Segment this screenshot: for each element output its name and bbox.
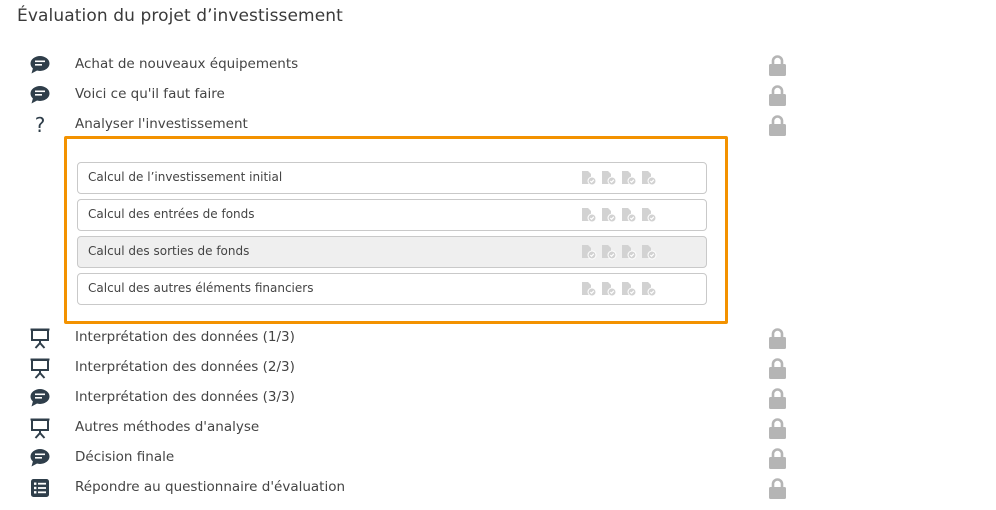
document-status-icon bbox=[622, 245, 637, 260]
lock-icon bbox=[769, 115, 786, 136]
module-label: Autres méthodes d'analyse bbox=[75, 419, 260, 435]
lock-icon bbox=[769, 85, 786, 106]
document-status-icon bbox=[602, 245, 617, 260]
question-mark-icon: ? bbox=[35, 114, 46, 136]
chat-bubble-icon bbox=[30, 86, 50, 104]
page-title: Évaluation du projet d’investissement bbox=[17, 6, 343, 26]
module-label: Voici ce qu'il faut faire bbox=[75, 86, 225, 102]
chat-bubble-icon bbox=[30, 449, 50, 467]
module-item[interactable]: Achat de nouveaux équipements bbox=[0, 50, 800, 80]
lock-icon bbox=[769, 388, 786, 409]
module-item[interactable]: Interprétation des données (3/3) bbox=[0, 383, 800, 413]
document-status-icon bbox=[582, 245, 597, 260]
chat-bubble-icon bbox=[30, 389, 50, 407]
module-label: Achat de nouveaux équipements bbox=[75, 56, 299, 72]
module-label: Interprétation des données (1/3) bbox=[75, 329, 295, 345]
document-status-icon bbox=[582, 208, 597, 223]
subitem-label: Calcul des entrées de fonds bbox=[88, 207, 255, 221]
module-item[interactable]: Autres méthodes d'analyse bbox=[0, 413, 800, 443]
chat-bubble-icon bbox=[30, 56, 50, 74]
document-status-icon bbox=[642, 282, 657, 297]
document-status-icon bbox=[602, 171, 617, 186]
module-label: Interprétation des données (3/3) bbox=[75, 389, 295, 405]
document-status-icon bbox=[602, 208, 617, 223]
document-status-icon bbox=[622, 171, 637, 186]
module-label: Analyser l'investissement bbox=[75, 116, 248, 132]
document-status-icon bbox=[602, 282, 617, 297]
subitem-label: Calcul des autres éléments financiers bbox=[88, 281, 314, 295]
lock-icon bbox=[769, 448, 786, 469]
lock-icon bbox=[769, 328, 786, 349]
module-label: Décision finale bbox=[75, 449, 175, 465]
document-status-icon bbox=[582, 171, 597, 186]
document-status-icon bbox=[642, 208, 657, 223]
document-status-icon bbox=[582, 282, 597, 297]
checklist-icon bbox=[31, 479, 49, 497]
highlighted-subitems-panel: Calcul de l’investissement initial Calcu… bbox=[64, 136, 728, 324]
subitem-label: Calcul de l’investissement initial bbox=[88, 170, 283, 184]
subitem-row[interactable]: Calcul des sorties de fonds bbox=[77, 236, 707, 268]
lock-icon bbox=[769, 418, 786, 439]
module-item[interactable]: Décision finale bbox=[0, 443, 800, 473]
document-status-icon bbox=[622, 208, 637, 223]
module-item[interactable]: Répondre au questionnaire d'évaluation bbox=[0, 473, 800, 503]
lock-icon bbox=[769, 55, 786, 76]
module-item[interactable]: Interprétation des données (1/3) bbox=[0, 323, 800, 353]
module-label: Répondre au questionnaire d'évaluation bbox=[75, 479, 346, 495]
subitem-label: Calcul des sorties de fonds bbox=[88, 244, 250, 258]
document-status-icon bbox=[642, 245, 657, 260]
document-status-icon bbox=[642, 171, 657, 186]
subitem-row[interactable]: Calcul de l’investissement initial bbox=[77, 162, 707, 194]
module-item[interactable]: Interprétation des données (2/3) bbox=[0, 353, 800, 383]
module-label: Interprétation des données (2/3) bbox=[75, 359, 295, 375]
subitem-row[interactable]: Calcul des entrées de fonds bbox=[77, 199, 707, 231]
module-item[interactable]: Voici ce qu'il faut faire bbox=[0, 80, 800, 110]
presentation-board-icon bbox=[30, 328, 50, 349]
lock-icon bbox=[769, 358, 786, 379]
lock-icon bbox=[769, 478, 786, 499]
svg-text:?: ? bbox=[35, 114, 46, 136]
presentation-board-icon bbox=[30, 358, 50, 379]
subitem-row[interactable]: Calcul des autres éléments financiers bbox=[77, 273, 707, 305]
presentation-board-icon bbox=[30, 418, 50, 439]
document-status-icon bbox=[622, 282, 637, 297]
